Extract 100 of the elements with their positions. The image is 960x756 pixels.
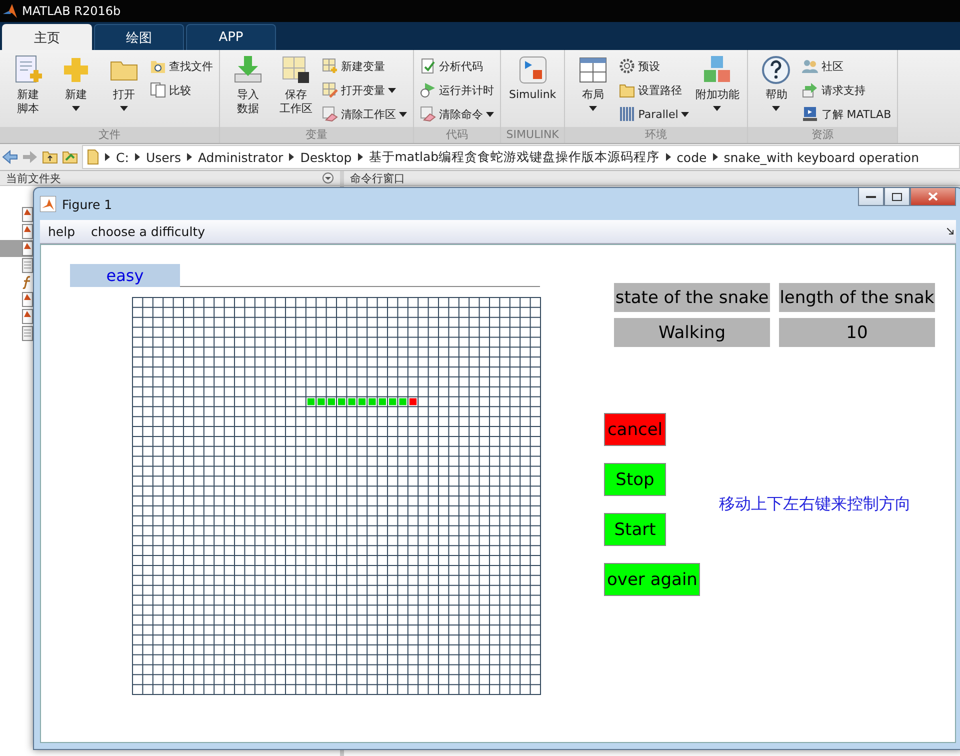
ribbon-button[interactable]: 查找文件 xyxy=(150,56,213,76)
ribbon-tab[interactable]: APP xyxy=(186,24,276,50)
chevron-right-icon xyxy=(134,153,140,161)
menu-item[interactable]: help xyxy=(48,224,76,239)
game-button[interactable]: Start xyxy=(604,513,666,546)
script-file-icon xyxy=(22,309,33,324)
ribbon-button[interactable]: 新建 脚本 xyxy=(6,54,50,127)
group-label: 变量 xyxy=(220,127,413,143)
folder-icon xyxy=(87,149,99,165)
text-file-icon xyxy=(22,258,33,273)
chevron-right-icon xyxy=(289,153,294,161)
gear-icon xyxy=(619,58,636,74)
matlab-logo-icon xyxy=(40,196,56,212)
path-segment[interactable]: Administrator xyxy=(198,150,284,164)
caret-icon xyxy=(681,112,690,116)
back-arrow-icon[interactable] xyxy=(2,150,18,164)
menu-item[interactable]: choose a difficulty xyxy=(91,224,205,239)
ribbon-button[interactable]: 导入 数据 xyxy=(226,54,270,127)
variable-pencil-icon xyxy=(322,82,338,98)
caret-icon xyxy=(486,112,494,116)
ribbon-button[interactable]: 帮助 xyxy=(754,54,798,127)
ribbon-button[interactable]: 打开变量 xyxy=(322,80,407,100)
ribbon-tab[interactable]: 绘图 xyxy=(94,24,184,50)
ribbon-button[interactable]: 新建变量 xyxy=(322,56,407,76)
simulink-icon xyxy=(516,54,549,86)
ribbon-button[interactable]: 新建 xyxy=(54,54,98,127)
close-icon xyxy=(928,192,938,201)
ribbon-button[interactable]: 预设 xyxy=(619,56,690,76)
close-button[interactable] xyxy=(910,188,956,206)
ribbon-button[interactable]: Simulink xyxy=(507,54,558,127)
folder-search-icon xyxy=(150,58,166,74)
maximize-button[interactable] xyxy=(884,188,910,206)
script-file-icon xyxy=(22,292,33,307)
ribbon-button[interactable]: 布局 xyxy=(571,54,616,127)
path-segment[interactable]: C: xyxy=(116,150,129,164)
resize-arrow-icon xyxy=(947,228,954,235)
ribbon-button[interactable]: 清除工作区 xyxy=(322,104,407,124)
save-workspace-icon xyxy=(280,54,312,86)
up-folder-icon[interactable] xyxy=(42,150,58,164)
game-button[interactable]: cancel xyxy=(604,413,666,446)
dropdown-circle-icon[interactable] xyxy=(322,172,334,184)
chevron-right-icon xyxy=(666,153,671,161)
variable-plus-icon xyxy=(322,58,338,74)
ribbon-button[interactable]: 设置路径 xyxy=(619,80,690,100)
path-segment[interactable]: snake_with keyboard operation xyxy=(724,150,920,164)
group-label: 环境 xyxy=(565,127,748,143)
minimize-icon xyxy=(866,194,876,198)
caret-icon xyxy=(399,112,407,116)
chevron-right-icon xyxy=(712,153,718,161)
eraser-icon xyxy=(420,106,436,122)
path-segment[interactable]: Users xyxy=(146,150,181,164)
group-label: 资源 xyxy=(748,127,898,143)
ribbon-button[interactable]: 附加功能 xyxy=(693,54,742,127)
arrow-right-icon xyxy=(802,82,818,98)
parallel-bars-icon xyxy=(619,106,636,122)
path-segment[interactable]: 基于matlab编程贪食蛇游戏键盘操作版本源码程序 xyxy=(368,148,660,166)
check-document-icon xyxy=(420,58,436,74)
eraser-icon xyxy=(322,106,338,122)
game-button[interactable]: Stop xyxy=(604,463,666,496)
monitor-icon xyxy=(802,106,818,122)
help-icon xyxy=(760,54,792,86)
ribbon-button[interactable]: 清除命令 xyxy=(420,104,494,124)
group-label: 文件 xyxy=(0,127,219,143)
ribbon-button[interactable]: 比较 xyxy=(150,80,213,100)
ribbon-button[interactable]: 分析代码 xyxy=(420,56,494,76)
app-title: MATLAB R2016b xyxy=(22,4,121,18)
status-value: Walking xyxy=(614,318,770,347)
caret-icon xyxy=(589,106,598,111)
matlab-logo-icon xyxy=(2,3,18,19)
ribbon-button[interactable]: 请求支持 xyxy=(802,80,892,100)
panel-title: 命令行窗口 xyxy=(350,172,405,184)
path-segment[interactable]: Desktop xyxy=(300,150,352,164)
chevron-right-icon xyxy=(186,153,192,161)
ribbon-button[interactable]: 社区 xyxy=(802,56,892,76)
hint-text: 移动上下左右键来控制方向 xyxy=(719,494,911,515)
difficulty-popup[interactable]: easy xyxy=(70,264,180,287)
group-label: 代码 xyxy=(414,127,500,143)
caret-icon xyxy=(713,106,722,111)
chevron-right-icon xyxy=(105,153,110,161)
ribbon-button[interactable]: 打开 xyxy=(102,54,146,127)
ribbon-button[interactable]: Parallel xyxy=(619,104,690,124)
panel-title: 当前文件夹 xyxy=(6,172,61,184)
caret-icon xyxy=(772,106,780,111)
status-header: length of the snak xyxy=(779,283,935,312)
script-file-icon xyxy=(22,224,33,239)
game-button[interactable]: over again xyxy=(604,563,700,596)
path-segment[interactable]: code xyxy=(676,150,707,164)
minimize-button[interactable] xyxy=(858,188,884,206)
ribbon-tab[interactable]: 主页 xyxy=(2,24,92,50)
file-row[interactable] xyxy=(0,240,33,257)
address-bar[interactable]: C: Users Administrator Desktop 基于matlab编程贪食蛇游戏键盘操作版本源码程序 code snake_with keyboard operation xyxy=(82,145,960,169)
caret-icon xyxy=(120,106,128,111)
ribbon-button[interactable]: 保存 工作区 xyxy=(274,54,318,127)
ribbon-button[interactable]: 了解 MATLAB xyxy=(802,104,892,124)
compare-icon xyxy=(150,82,166,98)
script-file-icon xyxy=(22,207,33,222)
ribbon-button[interactable]: 运行并计时 xyxy=(420,80,494,100)
chevron-right-icon xyxy=(358,153,363,161)
status-value: 10 xyxy=(779,318,935,347)
run-timer-icon xyxy=(420,82,436,98)
